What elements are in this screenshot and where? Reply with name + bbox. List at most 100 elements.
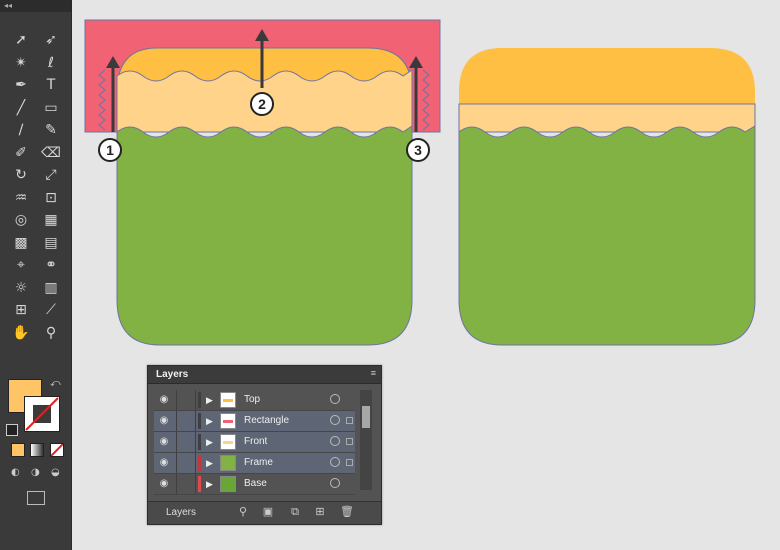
swap-colors-icon[interactable]: ⤺ — [50, 378, 61, 389]
lock-toggle[interactable] — [176, 411, 196, 431]
visibility-eye-icon[interactable]: ◉ — [157, 478, 171, 490]
default-colors-icon[interactable] — [6, 424, 18, 436]
layer-thumbnail — [220, 413, 236, 429]
expand-triangle-icon[interactable]: ▶ — [206, 415, 213, 427]
magic-wand-tool-icon[interactable]: ✴ — [10, 53, 32, 73]
rotate-tool-icon[interactable]: ↻ — [10, 165, 32, 185]
layer-row-rectangle[interactable]: ◉ ▶ Rectangle — [154, 411, 355, 432]
layers-panel: Layers ≡ ◉ ▶ Top ◉ ▶ Rectangle ◉ ▶ Front ◉ ▶ Frame ◉… — [147, 365, 382, 525]
draw-inside-icon[interactable]: ◒ — [51, 467, 60, 478]
lasso-tool-icon[interactable]: ℓ — [40, 53, 62, 73]
expand-triangle-icon[interactable]: ▶ — [206, 436, 213, 448]
color-mode-icon[interactable] — [11, 443, 25, 457]
new-sublayer-icon[interactable]: ⧉ — [288, 505, 302, 519]
layer-thumbnail — [220, 476, 236, 492]
lock-toggle[interactable] — [176, 474, 196, 494]
visibility-eye-icon[interactable]: ◉ — [157, 457, 171, 469]
symbol-sprayer-tool-icon[interactable]: ☼ — [10, 278, 32, 298]
right-frame-shape[interactable] — [458, 125, 756, 346]
line-tool-icon[interactable]: ╱ — [10, 98, 32, 118]
scrollbar-thumb[interactable] — [362, 406, 370, 428]
shape-builder-tool-icon[interactable]: ◎ — [10, 210, 32, 230]
layer-color-bar — [198, 413, 201, 429]
layer-name[interactable]: Front — [244, 436, 267, 447]
rectangle-tool-icon[interactable]: ▭ — [40, 98, 62, 118]
target-icon[interactable] — [330, 457, 340, 467]
draw-normal-icon[interactable]: ◐ — [11, 467, 20, 478]
eyedropper-tool-icon[interactable]: ⌖ — [10, 255, 32, 275]
mesh-tool-icon[interactable]: ▩ — [10, 233, 32, 253]
type-tool-icon[interactable]: T — [40, 75, 62, 95]
blob-brush-tool-icon[interactable]: ✐ — [10, 143, 32, 163]
selection-indicator[interactable] — [346, 459, 353, 466]
slice-tool-icon[interactable]: ⟋ — [40, 300, 62, 320]
clipping-mask-icon[interactable]: ▣ — [261, 505, 275, 519]
layer-name[interactable]: Top — [244, 394, 260, 405]
visibility-eye-icon[interactable]: ◉ — [157, 394, 171, 406]
callout-1: 1 — [106, 142, 114, 158]
layer-row-front[interactable]: ◉ ▶ Front — [154, 432, 355, 453]
right-front-shape[interactable] — [458, 103, 756, 133]
tools-panel: ◂◂ ➚ ➶ ✴ ℓ ✒ T ╱ ▭ ∕ ✎ ✐ ⌫ ↻ ⤢ ♒ ⊡ ◎ ▦ ▩ ▤ ⌖ ⚭ ☼ ▥ ⊞ ⟋ ✋ ⚲ ⤺ ◐ ◑ ◒ — [0, 0, 72, 550]
layers-count-label: Layers — [166, 507, 197, 518]
layer-row-frame[interactable]: ◉ ▶ Frame — [154, 453, 355, 474]
layer-name[interactable]: Frame — [244, 457, 273, 468]
layer-thumbnail — [220, 392, 236, 408]
perspective-grid-tool-icon[interactable]: ▦ — [40, 210, 62, 230]
expand-triangle-icon[interactable]: ▶ — [206, 457, 213, 469]
zoom-tool-icon[interactable]: ⚲ — [40, 323, 62, 343]
paintbrush-tool-icon[interactable]: ∕ — [10, 120, 32, 140]
right-artwork — [458, 48, 756, 346]
panel-menu-icon[interactable]: ≡ — [371, 368, 376, 378]
stroke-color-swatch[interactable] — [24, 396, 60, 432]
layers-scrollbar[interactable] — [360, 390, 372, 490]
column-graph-tool-icon[interactable]: ▥ — [40, 278, 62, 298]
search-icon[interactable]: ⚲ — [236, 505, 250, 519]
blend-tool-icon[interactable]: ⚭ — [40, 255, 62, 275]
target-icon[interactable] — [330, 478, 340, 488]
selection-indicator[interactable] — [346, 438, 353, 445]
scale-tool-icon[interactable]: ⤢ — [40, 165, 62, 185]
layer-name[interactable]: Base — [244, 478, 267, 489]
lock-toggle[interactable] — [176, 432, 196, 452]
layers-panel-titlebar[interactable]: Layers ≡ — [148, 366, 381, 384]
hand-tool-icon[interactable]: ✋ — [10, 323, 32, 343]
visibility-eye-icon[interactable]: ◉ — [157, 415, 171, 427]
target-icon[interactable] — [330, 394, 340, 404]
free-transform-tool-icon[interactable]: ⊡ — [40, 188, 62, 208]
pencil-tool-icon[interactable]: ✎ — [40, 120, 62, 140]
screen-mode-icon[interactable] — [27, 491, 45, 505]
layers-panel-footer: Layers ⚲ ▣ ⧉ ⊞ 🗑 — [148, 501, 381, 524]
layer-thumbnail — [220, 455, 236, 471]
new-layer-icon[interactable]: ⊞ — [313, 505, 327, 519]
layer-row-top[interactable]: ◉ ▶ Top — [154, 390, 355, 411]
layer-row-base[interactable]: ◉ ▶ Base — [154, 474, 355, 495]
gradient-tool-icon[interactable]: ▤ — [40, 233, 62, 253]
expand-triangle-icon[interactable]: ▶ — [206, 394, 213, 406]
eraser-tool-icon[interactable]: ⌫ — [40, 143, 62, 163]
tools-panel-collapse[interactable]: ◂◂ — [0, 0, 71, 12]
none-mode-icon[interactable] — [50, 443, 64, 457]
artboard-tool-icon[interactable]: ⊞ — [10, 300, 32, 320]
visibility-eye-icon[interactable]: ◉ — [157, 436, 171, 448]
target-icon[interactable] — [330, 415, 340, 425]
lock-toggle[interactable] — [176, 390, 196, 410]
frame-shape[interactable] — [116, 125, 413, 346]
lock-toggle[interactable] — [176, 453, 196, 473]
layer-color-bar — [198, 455, 201, 471]
draw-behind-icon[interactable]: ◑ — [31, 467, 40, 478]
warp-tool-icon[interactable]: ♒ — [10, 188, 32, 208]
direct-selection-tool-icon[interactable]: ➶ — [40, 30, 62, 50]
layer-color-bar — [198, 392, 201, 408]
expand-triangle-icon[interactable]: ▶ — [206, 478, 213, 490]
right-top-shape[interactable] — [459, 48, 755, 104]
target-icon[interactable] — [330, 436, 340, 446]
left-artwork: 1 2 3 — [84, 19, 441, 346]
pen-tool-icon[interactable]: ✒ — [10, 75, 32, 95]
gradient-mode-icon[interactable] — [30, 443, 44, 457]
callout-2: 2 — [258, 96, 266, 112]
selection-indicator[interactable] — [346, 417, 353, 424]
selection-tool-icon[interactable]: ➚ — [10, 30, 32, 50]
delete-icon[interactable]: 🗑 — [340, 505, 354, 519]
layer-name[interactable]: Rectangle — [244, 415, 289, 426]
